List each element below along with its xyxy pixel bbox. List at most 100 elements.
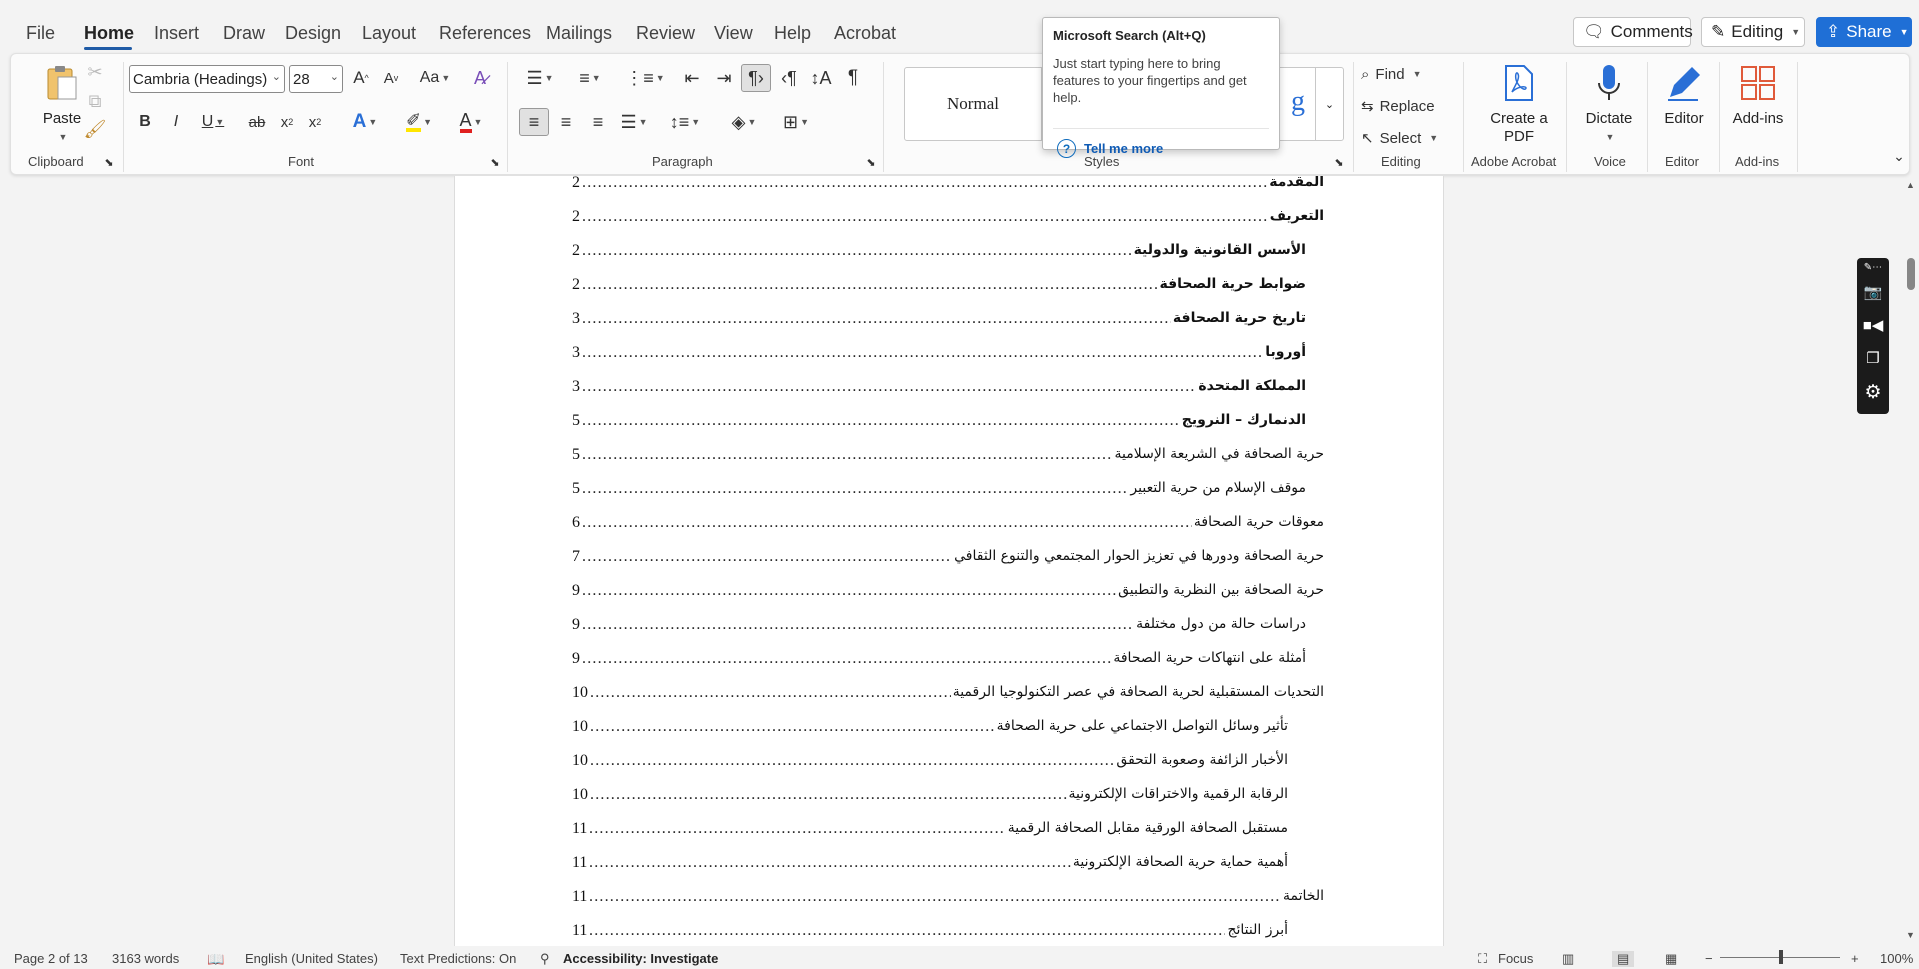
copy-icon[interactable]: ⧉ xyxy=(85,91,105,111)
tab-insert[interactable]: Insert xyxy=(154,23,199,44)
proofing-icon[interactable]: 📖 xyxy=(207,951,224,968)
ltr-text-direction-icon[interactable]: ¶› xyxy=(741,64,771,92)
tab-acrobat[interactable]: Acrobat xyxy=(834,23,896,44)
italic-icon[interactable]: I xyxy=(164,110,188,134)
tab-references[interactable]: References xyxy=(439,23,531,44)
toc-entry[interactable]: 10 التحديات المستقبلية لحرية الصحافة في ع… xyxy=(572,684,1442,706)
dialog-launcher-icon[interactable]: ⬊ xyxy=(865,156,877,169)
rtl-text-direction-icon[interactable]: ‹¶ xyxy=(775,66,803,90)
dialog-launcher-icon[interactable]: ⬊ xyxy=(1333,156,1345,169)
multilevel-list-icon[interactable]: ⋮≡ ▼ xyxy=(621,66,669,90)
justify-icon[interactable]: ☰ ▼ xyxy=(615,110,653,134)
scroll-up-arrow-icon[interactable]: ▲ xyxy=(1906,180,1915,190)
toc-entry[interactable]: 2 الأسس القانونية والدولية...............… xyxy=(572,242,1442,264)
text-effects-icon[interactable]: A ▼ xyxy=(345,110,385,134)
camera-icon[interactable]: 📷 xyxy=(1863,282,1883,302)
align-center-icon[interactable]: ≡ xyxy=(553,110,579,134)
align-left-icon[interactable]: ≡ xyxy=(519,108,549,136)
read-mode-icon[interactable]: ▥ xyxy=(1562,951,1574,967)
bold-icon[interactable]: B xyxy=(133,110,157,134)
line-spacing-icon[interactable]: ↕≡ ▼ xyxy=(665,110,705,134)
subscript-icon[interactable]: x2 xyxy=(275,110,299,134)
scroll-down-arrow-icon[interactable]: ▼ xyxy=(1906,930,1915,940)
numbering-icon[interactable]: ≡ ▼ xyxy=(569,66,611,90)
more-options-icon[interactable]: ✎⋯ xyxy=(1863,260,1883,274)
web-layout-icon[interactable]: ▦ xyxy=(1665,951,1677,967)
tab-design[interactable]: Design xyxy=(285,23,341,44)
tab-file[interactable]: File xyxy=(26,23,55,44)
share-button[interactable]: ⇪ Share ▼ xyxy=(1816,17,1912,47)
grow-font-icon[interactable]: A ^ xyxy=(349,66,373,90)
word-count[interactable]: 3163 words xyxy=(112,951,179,966)
toc-entry[interactable]: 11 الخاتمة...............................… xyxy=(572,888,1442,910)
print-layout-icon[interactable]: ▤ xyxy=(1612,951,1635,967)
style-normal[interactable]: Normal xyxy=(905,68,1041,140)
windows-icon[interactable]: ❐ xyxy=(1863,348,1883,368)
sort-icon[interactable]: ↕A xyxy=(807,66,835,90)
borders-icon[interactable]: ⊞ ▼ xyxy=(775,110,817,134)
tell-me-more-link[interactable]: ? Tell me more xyxy=(1057,139,1163,158)
format-painter-icon[interactable]: 🖌 xyxy=(84,119,107,139)
find-button[interactable]: ⌕ Find ▼ xyxy=(1361,62,1461,86)
select-button[interactable]: ↖ Select ▼ xyxy=(1361,126,1461,150)
tab-view[interactable]: View xyxy=(714,23,753,44)
tab-review[interactable]: Review xyxy=(636,23,695,44)
increase-indent-icon[interactable]: ⇥ xyxy=(711,66,737,90)
bullets-icon[interactable]: ☰ ▼ xyxy=(519,66,561,90)
zoom-slider-thumb[interactable] xyxy=(1779,950,1783,964)
font-color-icon[interactable]: A ▼ xyxy=(451,110,491,134)
tab-draw[interactable]: Draw xyxy=(223,23,265,44)
toc-entry[interactable]: 9 حرية الصحافة بين النظرية والتطبيق......… xyxy=(572,582,1442,604)
collapse-ribbon-chevron-icon[interactable]: ⌄ xyxy=(1889,146,1909,166)
dialog-launcher-icon[interactable]: ⬊ xyxy=(489,156,501,169)
language-indicator[interactable]: English (United States) xyxy=(245,951,378,966)
clear-formatting-icon[interactable]: A̷ xyxy=(467,66,493,90)
cut-icon[interactable]: ✂ xyxy=(85,62,105,82)
video-camera-icon[interactable]: ■◀ xyxy=(1863,315,1884,335)
page-count[interactable]: Page 2 of 13 xyxy=(14,951,88,966)
document-page[interactable]: 2 المقدمة................................… xyxy=(454,176,1444,946)
zoom-level[interactable]: 100% xyxy=(1880,951,1913,966)
superscript-icon[interactable]: x2 xyxy=(303,110,327,134)
toc-entry[interactable]: 2 التعريف................................… xyxy=(572,208,1442,230)
tab-mailings[interactable]: Mailings xyxy=(546,23,612,44)
tab-help[interactable]: Help xyxy=(774,23,811,44)
toc-entry[interactable]: 9 دراسات حالة من دول مختلفة..............… xyxy=(572,616,1442,638)
create-pdf-button[interactable]: Create a PDF xyxy=(1477,62,1561,146)
toc-entry[interactable]: 2 المقدمة................................… xyxy=(572,176,1442,196)
dialog-launcher-icon[interactable]: ⬊ xyxy=(103,156,115,169)
align-right-icon[interactable]: ≡ xyxy=(585,110,611,134)
show-formatting-marks-icon[interactable]: ¶ xyxy=(841,66,865,90)
toc-entry[interactable]: 3 تاريخ حرية الصحافة.....................… xyxy=(572,310,1442,332)
strikethrough-icon[interactable]: ab xyxy=(245,110,269,134)
toc-entry[interactable]: 7 حرية الصحافة ودورها في تعزيز الحوار الم… xyxy=(572,548,1442,570)
style-heading-preview[interactable]: g xyxy=(1291,86,1305,118)
focus-button[interactable]: Focus xyxy=(1498,951,1533,966)
decrease-indent-icon[interactable]: ⇤ xyxy=(679,66,705,90)
toc-entry[interactable]: 2 ضوابط حرية الصحافة.....................… xyxy=(572,276,1442,298)
add-ins-button[interactable]: Add-ins xyxy=(1723,62,1793,128)
gear-icon[interactable]: ⚙ xyxy=(1863,382,1883,403)
editing-mode-button[interactable]: ✎ Editing ▼ xyxy=(1701,17,1805,47)
toc-entry[interactable]: 10 الأخبار الزائفة وصعوبة التحقق.........… xyxy=(572,752,1442,774)
change-case-icon[interactable]: Aa ▼ xyxy=(415,66,455,90)
accessibility-status[interactable]: Accessibility: Investigate xyxy=(563,951,718,966)
toc-entry[interactable]: 11 أهمية حماية حرية الصحافة الإلكترونية..… xyxy=(572,854,1442,876)
toc-entry[interactable]: 9 أمثلة على انتهاكات حرية الصحافة........… xyxy=(572,650,1442,672)
comments-button[interactable]: 🗨 Comments xyxy=(1573,17,1693,47)
editor-button[interactable]: Editor xyxy=(1655,62,1713,128)
replace-button[interactable]: ⇆ Replace xyxy=(1361,94,1461,118)
toc-entry[interactable]: 3 أوروبا.................................… xyxy=(572,344,1442,366)
text-predictions-status[interactable]: Text Predictions: On xyxy=(400,951,516,966)
zoom-out-icon[interactable]: − xyxy=(1705,951,1713,966)
underline-icon[interactable]: U ▼ xyxy=(195,110,231,134)
toc-entry[interactable]: 10 الرقابة الرقمية والاختراقات الإلكتروني… xyxy=(572,786,1442,808)
toc-entry[interactable]: 5 الدنمارك – النرويج.....................… xyxy=(572,412,1442,434)
toc-entry[interactable]: 10 تأثير وسائل التواصل الاجتماعي على حرية… xyxy=(572,718,1442,740)
font-size-combo[interactable]: 28 ⌄ xyxy=(289,65,343,93)
vertical-scrollbar[interactable]: ▲ ▼ xyxy=(1903,178,1917,942)
toc-entry[interactable]: 5 حرية الصحافة في الشريعة الإسلامية......… xyxy=(572,446,1442,468)
zoom-in-icon[interactable]: + xyxy=(1851,951,1859,966)
scrollbar-thumb[interactable] xyxy=(1907,258,1915,290)
toc-entry[interactable]: 5 موقف الإسلام من حرية التعبير...........… xyxy=(572,480,1442,502)
